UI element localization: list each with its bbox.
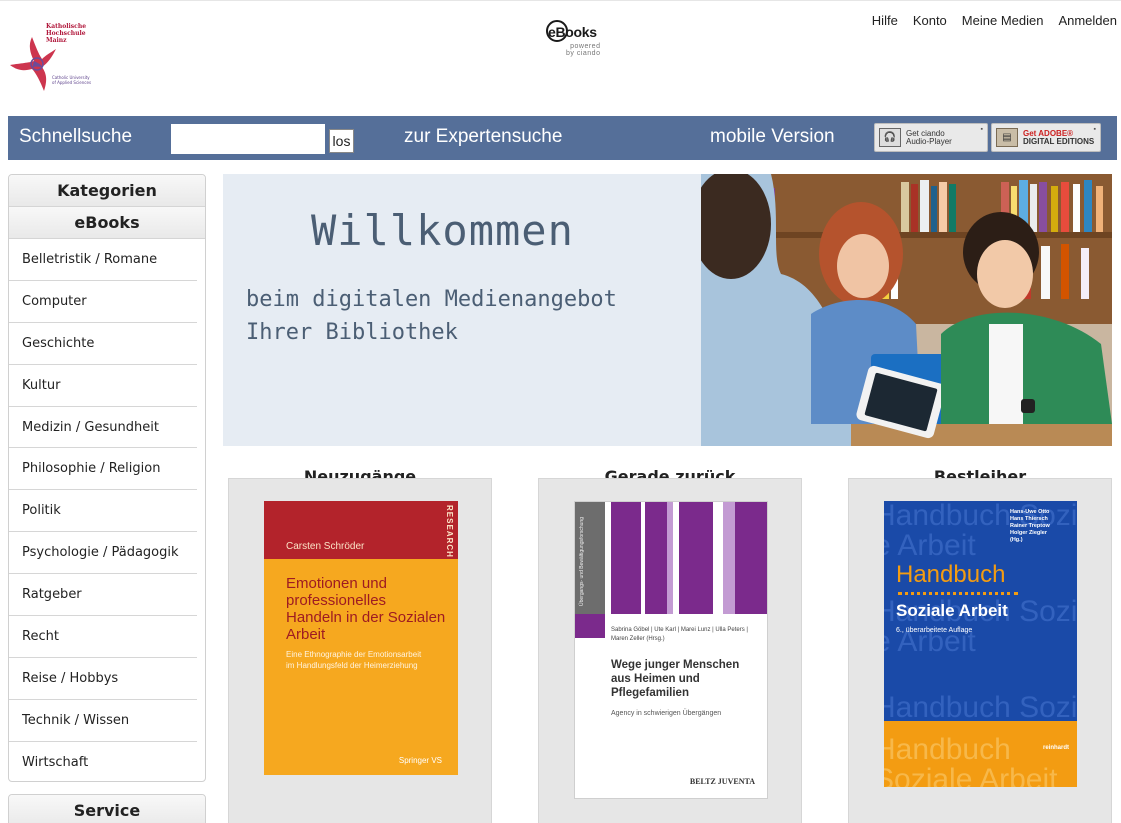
university-subname: Catholic University of Applied Sciences bbox=[52, 75, 92, 85]
service-heading[interactable]: Service bbox=[9, 795, 205, 823]
badge2-line2: DIGITAL EDITIONS bbox=[1023, 136, 1095, 146]
mobile-version-link[interactable]: mobile Version bbox=[710, 126, 835, 148]
cover-title-line1: Handbuch bbox=[896, 561, 1006, 588]
sidebar-item-reise[interactable]: Reise / Hobbys bbox=[9, 658, 197, 700]
sidebar-item-politik[interactable]: Politik bbox=[9, 490, 197, 533]
top-links: Hilfe Konto Meine Medien Anmelden bbox=[872, 13, 1117, 28]
sidebar-item-computer[interactable]: Computer bbox=[9, 281, 197, 323]
sidebar-item-ratgeber[interactable]: Ratgeber bbox=[9, 574, 197, 617]
sidebar-item-recht[interactable]: Recht bbox=[9, 616, 197, 658]
sidebar-item-wirtschaft[interactable]: Wirtschaft bbox=[9, 742, 197, 784]
cover-subtitle: Agency in schwierigen Übergängen bbox=[611, 710, 722, 717]
sidebar-item-geschichte[interactable]: Geschichte bbox=[9, 323, 197, 365]
book-icon: ▤ bbox=[996, 128, 1018, 147]
expert-search-link[interactable]: zur Expertensuche bbox=[404, 126, 562, 148]
powered-by: powered by ciando bbox=[566, 43, 601, 57]
most-borrowed-panel: Handbuch Soziale Arbeit Handbuch Soziale… bbox=[848, 478, 1112, 823]
sidebar-item-belletristik[interactable]: Belletristik / Romane bbox=[9, 239, 197, 281]
my-media-link[interactable]: Meine Medien bbox=[962, 13, 1044, 28]
page-header: Katholische Hochschule Mainz Catholic Un… bbox=[0, 0, 1121, 116]
cover-authors: Sabrina Göbel | Ute Karl | Marei Lunz | … bbox=[611, 627, 748, 642]
cover-accent-block bbox=[575, 614, 605, 638]
cover-title-line2: Soziale Arbeit bbox=[896, 601, 1008, 620]
book-cover-wege[interactable]: Übergangs- und Bewältigungsforschung Sab… bbox=[574, 501, 768, 799]
categories-heading: Kategorien bbox=[9, 175, 205, 207]
cover-stripe-2 bbox=[645, 502, 667, 614]
ebooks-heading[interactable]: eBooks bbox=[9, 207, 205, 239]
search-bar: Schnellsuche los zur Expertensuche mobil… bbox=[8, 116, 1117, 160]
quick-search-input[interactable] bbox=[171, 124, 325, 154]
just-returned-panel: Übergangs- und Bewältigungsforschung Sab… bbox=[538, 478, 802, 823]
ciando-audio-player-badge[interactable]: 🎧 Get ciando Audio-Player ▪ bbox=[874, 123, 988, 152]
welcome-line-1: beim digitalen Medienangebot bbox=[246, 287, 617, 312]
sidebar-item-technik[interactable]: Technik / Wissen bbox=[9, 700, 197, 742]
welcome-line-2: Ihrer Bibliothek bbox=[246, 320, 458, 345]
badge1-line2: Audio-Player bbox=[906, 136, 952, 146]
welcome-title: Willkommen bbox=[311, 206, 574, 255]
headphones-icon: 🎧 bbox=[879, 128, 901, 147]
university-logo[interactable]: Katholische Hochschule Mainz Catholic Un… bbox=[8, 19, 108, 97]
ebooks-logo[interactable]: eBooks powered by ciando bbox=[540, 17, 620, 67]
cover-subtitle: Eine Ethnographie der Emotionsarbeit im … bbox=[286, 650, 422, 670]
cover-editors: Hans-Uwe Otto Hans Thiersch Rainer Trept… bbox=[1010, 509, 1050, 543]
category-sidebar: Kategorien eBooks Belletristik / Romane … bbox=[8, 174, 206, 782]
cover-band-text: Handbuch Soziale Arbeit bbox=[884, 733, 1058, 788]
service-panel: Service bbox=[8, 794, 206, 823]
sidebar-item-kultur[interactable]: Kultur bbox=[9, 365, 197, 407]
cover-stripe-6 bbox=[735, 502, 767, 614]
cover-edition: 6., überarbeitete Auflage bbox=[896, 627, 973, 634]
new-arrivals-panel: Carsten Schröder RESEARCH Emotionen und … bbox=[228, 478, 492, 823]
ebooks-brand: eBooks bbox=[548, 24, 597, 40]
cover-title: Emotionen und professionelles Handeln in… bbox=[286, 575, 446, 643]
university-name: Katholische Hochschule Mainz bbox=[46, 23, 87, 44]
cover-series: Übergangs- und Bewältigungsforschung bbox=[579, 517, 585, 606]
sidebar-item-philosophie[interactable]: Philosophie / Religion bbox=[9, 448, 197, 491]
cover-stripe-4 bbox=[679, 502, 713, 614]
badge1-marker-icon: ▪ bbox=[980, 126, 983, 133]
sidebar-item-psychologie[interactable]: Psychologie / Pädagogik bbox=[9, 532, 197, 575]
students-reading-photo bbox=[701, 174, 1112, 446]
cover-title: Wege junger Menschen aus Heimen und Pfle… bbox=[611, 659, 740, 699]
cover-stripe-5 bbox=[723, 502, 735, 614]
cover-publisher: reinhardt bbox=[1042, 745, 1069, 751]
book-cover-emotionen[interactable]: Carsten Schröder RESEARCH Emotionen und … bbox=[264, 501, 458, 775]
help-link[interactable]: Hilfe bbox=[872, 13, 898, 28]
sidebar-item-medizin[interactable]: Medizin / Gesundheit bbox=[9, 407, 197, 449]
category-list: Belletristik / Romane Computer Geschicht… bbox=[9, 239, 205, 784]
cover-stripe-3 bbox=[667, 502, 673, 614]
search-go-button[interactable]: los bbox=[329, 129, 354, 153]
quick-search-label: Schnellsuche bbox=[19, 126, 133, 147]
cover-publisher: Springer VS bbox=[398, 756, 442, 765]
cover-author: Carsten Schröder bbox=[286, 541, 365, 552]
adobe-digital-editions-badge[interactable]: ▤ Get ADOBE® DIGITAL EDITIONS ▪ bbox=[991, 123, 1101, 152]
welcome-banner: Willkommen beim digitalen Medienangebot … bbox=[223, 174, 1112, 446]
badge2-marker-icon: ▪ bbox=[1093, 126, 1096, 133]
book-cover-handbuch[interactable]: Handbuch Soziale Arbeit Handbuch Soziale… bbox=[884, 501, 1077, 787]
cover-series: RESEARCH bbox=[445, 505, 454, 558]
cover-publisher: BELTZ JUVENTA bbox=[689, 777, 755, 786]
account-link[interactable]: Konto bbox=[913, 13, 947, 28]
cover-dotted-rule bbox=[898, 592, 1018, 595]
login-link[interactable]: Anmelden bbox=[1058, 13, 1117, 28]
cover-stripe-1 bbox=[611, 502, 641, 614]
